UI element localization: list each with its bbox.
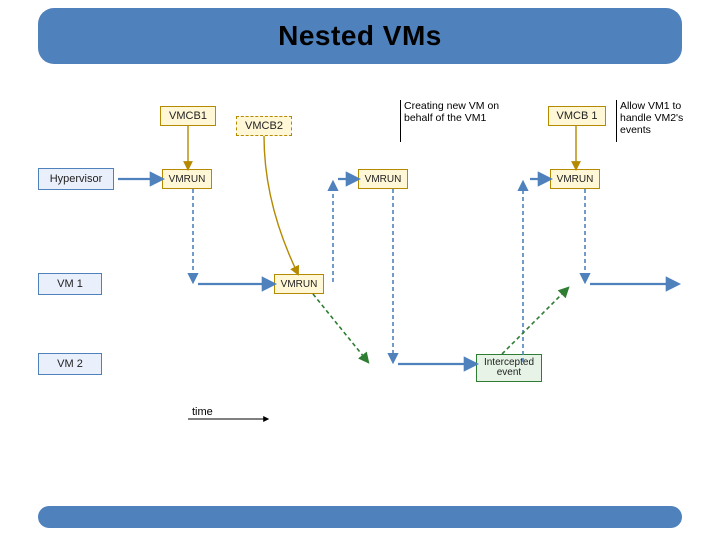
- vmcb2-to-vmrun2: [264, 136, 298, 274]
- footer-bar: [38, 506, 682, 528]
- slide-root: Nested VMs Hypervisor VM 1 VM 2 VMCB1 VM…: [0, 0, 720, 540]
- green-vm1-to-vm2: [313, 294, 368, 362]
- title-bar: Nested VMs: [38, 8, 682, 64]
- slide-title: Nested VMs: [278, 20, 442, 52]
- diagram-area: Hypervisor VM 1 VM 2 VMCB1 VMCB2 VMCB 1 …: [38, 84, 682, 484]
- green-vm2-to-vm1: [502, 288, 568, 354]
- diagram-svg: [38, 84, 682, 484]
